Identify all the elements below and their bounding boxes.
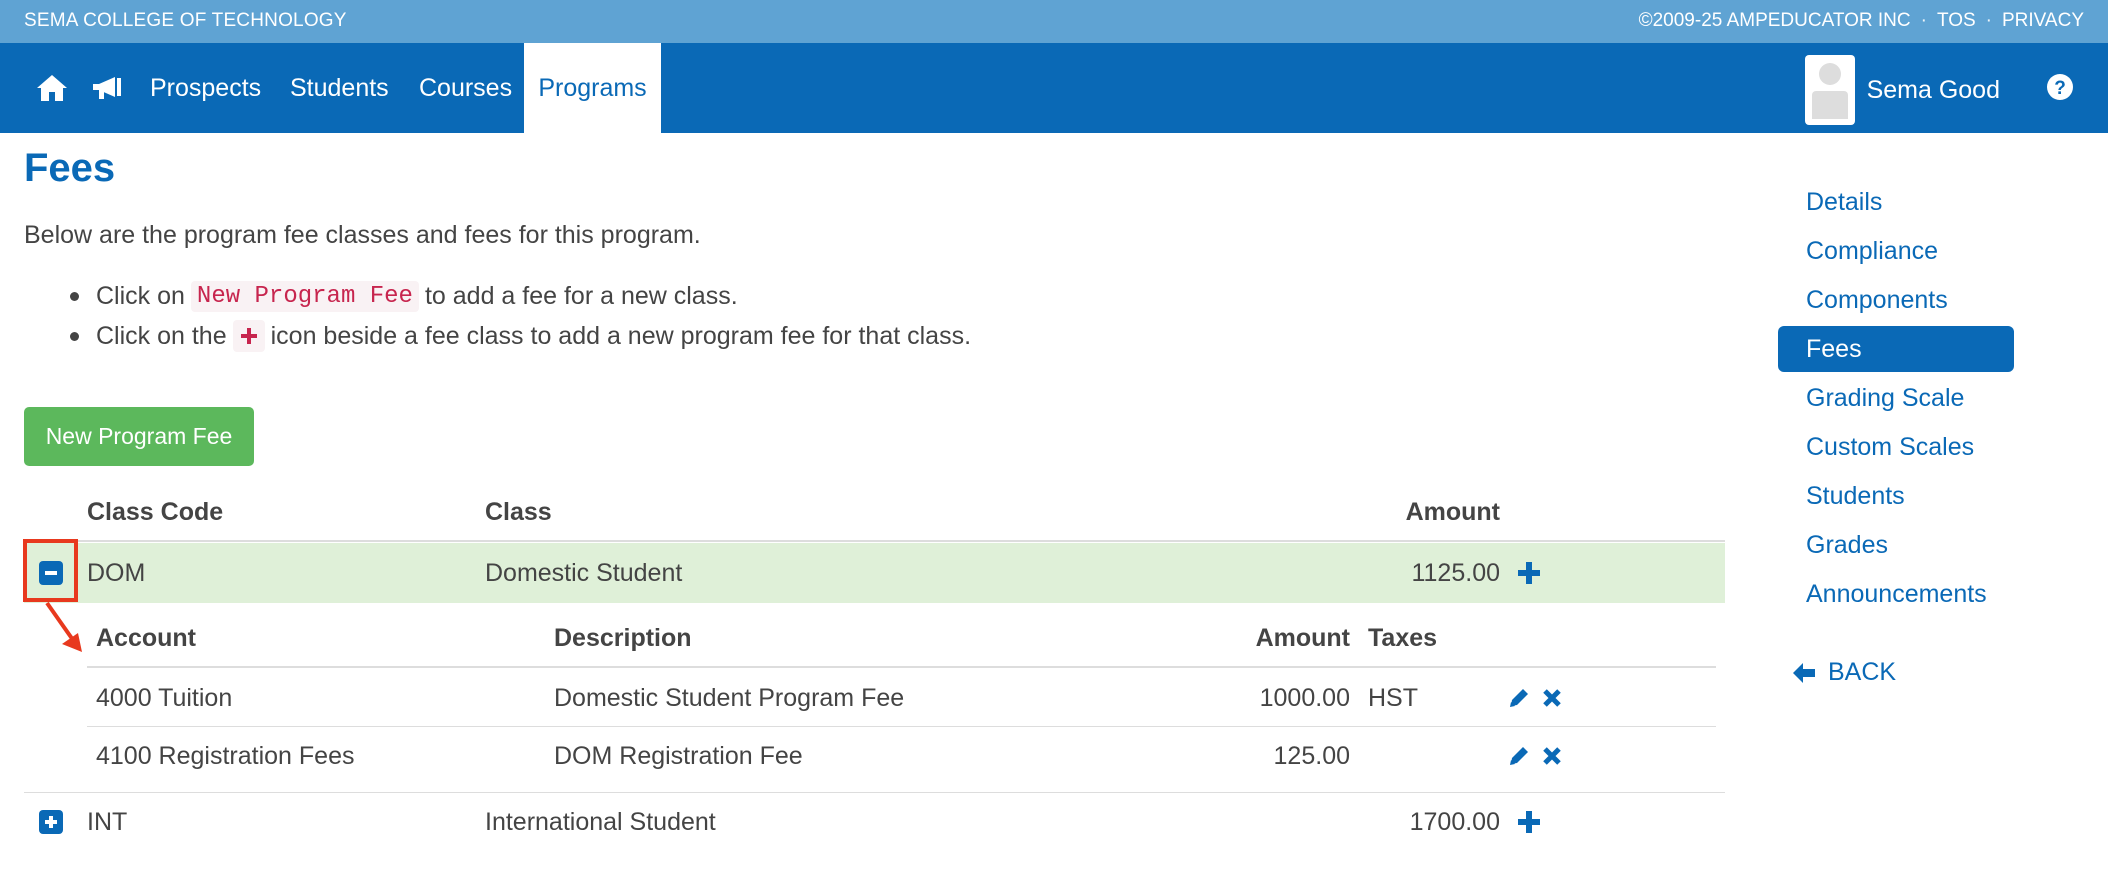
taxes-cell: HST: [1368, 684, 1418, 712]
amount-cell: 1125.00: [1411, 559, 1500, 587]
legal-links: ©2009-25 AMPEDUCATOR INC · TOS · PRIVACY: [1639, 10, 2084, 32]
account-cell: 4100 Registration Fees: [96, 742, 355, 770]
sidenav-students[interactable]: Students: [1778, 472, 2014, 521]
user-name: Sema Good: [1866, 75, 2000, 104]
instruction-text: Click on the: [96, 321, 227, 350]
add-fee-icon[interactable]: [1517, 810, 1541, 839]
col-header-class[interactable]: Class: [485, 498, 552, 527]
expand-icon[interactable]: [39, 810, 63, 834]
nav-prospects[interactable]: Prospects: [150, 43, 261, 133]
fee-amount-cell: 1000.00: [1259, 684, 1350, 712]
col-header-amount[interactable]: Amount: [1300, 498, 1500, 527]
fee-amount-cell: 125.00: [1273, 742, 1350, 770]
sidenav-details[interactable]: Details: [1778, 178, 2014, 227]
page-title: Fees: [24, 146, 116, 190]
top-utility-bar: SEMA COLLEGE OF TECHNOLOGY ©2009-25 AMPE…: [0, 0, 2108, 43]
tos-link[interactable]: TOS: [1937, 10, 1976, 32]
nav-students[interactable]: Students: [290, 43, 389, 133]
avatar: [1804, 55, 1855, 125]
svg-text:?: ?: [2054, 78, 2066, 99]
instruction-text: to add a fee for a new class.: [424, 281, 738, 310]
sidenav-fees[interactable]: Fees: [1778, 326, 2014, 372]
account-cell: 4000 Tuition: [96, 684, 233, 712]
annotation-highlight-box: [23, 539, 78, 602]
instruction-text: icon beside a fee class to add a new pro…: [270, 321, 972, 350]
divider: [87, 726, 1716, 727]
sidenav-custom-scales[interactable]: Custom Scales: [1778, 423, 2014, 472]
instruction-list: Click on New Program Fee to add a fee fo…: [69, 276, 972, 356]
pencil-icon[interactable]: [1507, 744, 1531, 773]
separator: ·: [1985, 10, 1992, 31]
question-circle-icon[interactable]: ?: [2046, 73, 2074, 106]
pencil-icon[interactable]: [1507, 686, 1531, 715]
nav-courses[interactable]: Courses: [419, 43, 512, 133]
nav-programs[interactable]: Programs: [524, 43, 661, 133]
back-label: BACK: [1828, 658, 1897, 686]
instruction-item: Click on the icon beside a fee class to …: [69, 316, 972, 356]
plus-icon: [232, 320, 265, 352]
class-code-cell: INT: [87, 808, 128, 836]
class-name-cell: Domestic Student: [485, 559, 683, 587]
copyright-text: ©2009-25 AMPEDUCATOR INC: [1638, 10, 1911, 31]
instruction-item: Click on New Program Fee to add a fee fo…: [69, 276, 971, 316]
sidenav-compliance[interactable]: Compliance: [1778, 227, 2014, 276]
program-sidenav: Details Compliance Components Fees Gradi…: [1778, 178, 2014, 619]
arrow-left-icon: [1793, 662, 1815, 683]
code-snippet: New Program Fee: [190, 280, 419, 312]
col-header-amount[interactable]: Amount: [1150, 624, 1350, 653]
new-program-fee-button[interactable]: New Program Fee: [24, 407, 254, 466]
main-navbar: Prospects Students Courses Programs Sema…: [0, 43, 2108, 133]
divider: [24, 540, 1725, 542]
home-icon[interactable]: [36, 43, 68, 133]
sidenav-grades[interactable]: Grades: [1778, 521, 2014, 570]
delete-icon[interactable]: [1542, 688, 1562, 713]
sidenav-components[interactable]: Components: [1778, 276, 2014, 325]
col-header-description[interactable]: Description: [554, 624, 692, 653]
sidenav-announcements[interactable]: Announcements: [1778, 570, 2014, 619]
class-name-cell: International Student: [485, 808, 716, 836]
col-header-account[interactable]: Account: [96, 624, 196, 653]
col-header-taxes[interactable]: Taxes: [1368, 624, 1437, 653]
add-fee-icon[interactable]: [1517, 561, 1541, 590]
separator: ·: [1920, 10, 1927, 31]
privacy-link[interactable]: PRIVACY: [2002, 10, 2084, 32]
back-link[interactable]: BACK: [1792, 658, 1896, 687]
divider: [87, 666, 1716, 668]
col-header-class-code[interactable]: Class Code: [87, 498, 223, 527]
college-name: SEMA COLLEGE OF TECHNOLOGY: [24, 10, 347, 31]
intro-text: Below are the program fee classes and fe…: [24, 221, 701, 249]
class-code-cell: DOM: [87, 559, 146, 587]
delete-icon[interactable]: [1542, 746, 1562, 771]
annotation-arrow-icon: [45, 601, 82, 652]
divider: [24, 792, 1725, 793]
megaphone-icon[interactable]: [91, 43, 123, 133]
instruction-text: Click on: [96, 281, 185, 310]
sidenav-grading-scale[interactable]: Grading Scale: [1778, 374, 2014, 423]
user-menu[interactable]: Sema Good: [1804, 55, 2000, 125]
amount-cell: 1700.00: [1409, 808, 1500, 836]
description-cell: Domestic Student Program Fee: [554, 684, 905, 712]
description-cell: DOM Registration Fee: [554, 742, 803, 770]
